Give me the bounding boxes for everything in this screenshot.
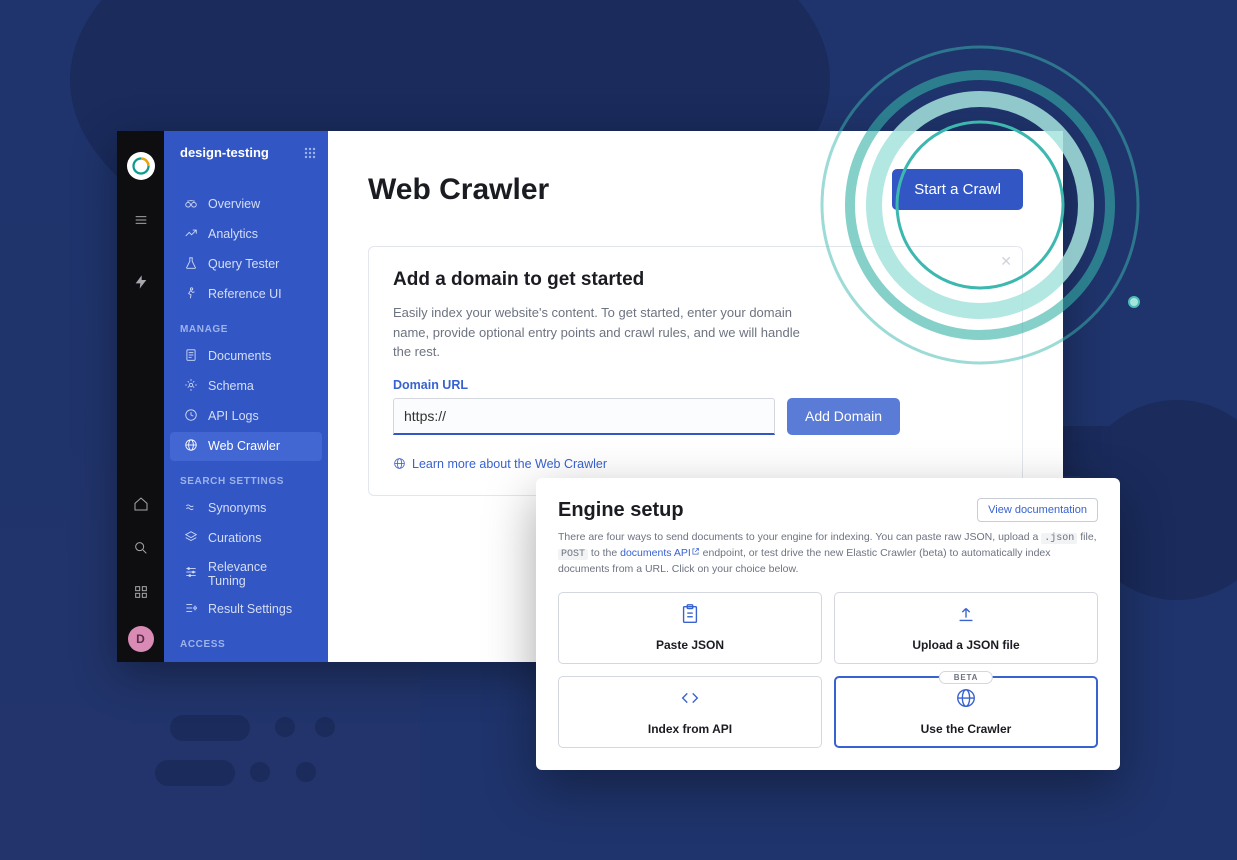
menu-icon[interactable]: [117, 200, 164, 240]
sidebar-item-label: Result Settings: [208, 602, 292, 616]
close-icon[interactable]: ✕: [1000, 253, 1012, 270]
gear-icon: [184, 378, 198, 395]
view-documentation-button[interactable]: View documentation: [977, 498, 1098, 522]
nav-rail: D: [117, 131, 164, 662]
home-icon[interactable]: [117, 484, 164, 524]
api-icon: [679, 687, 701, 714]
beta-badge: BETA: [939, 671, 993, 684]
bg-shape: [170, 715, 250, 741]
bg-shape: [250, 762, 270, 782]
upload-icon: [955, 603, 977, 630]
connector-dot: [1128, 296, 1140, 308]
sidebar-item-result-settings[interactable]: Result Settings: [170, 595, 322, 624]
sidebar-section-title: ACCESS: [164, 625, 328, 656]
sidebar-item-overview[interactable]: Overview: [170, 190, 322, 219]
apps-icon[interactable]: [117, 572, 164, 612]
option-paste-json[interactable]: Paste JSON: [558, 592, 822, 664]
option-index-from-api[interactable]: Index from API: [558, 676, 822, 748]
add-domain-button[interactable]: Add Domain: [787, 398, 900, 435]
paste-icon: [679, 603, 701, 630]
globe-icon: [184, 438, 198, 455]
sidebar-item-query-tester[interactable]: Query Tester: [170, 250, 322, 279]
sidebar-item-synonyms[interactable]: Synonyms: [170, 494, 322, 523]
sidebar: design-testing Overview Analytics Query Te…: [164, 131, 328, 662]
sidebar-item-label: Relevance Tuning: [208, 560, 308, 588]
sidebar-item-label: Overview: [208, 197, 260, 211]
engine-setup-title: Engine setup: [558, 499, 684, 522]
run-icon: [184, 286, 198, 303]
user-avatar[interactable]: D: [128, 626, 154, 652]
lightning-icon[interactable]: [117, 262, 164, 302]
domain-url-input[interactable]: [393, 398, 775, 435]
domain-url-label: Domain URL: [393, 378, 998, 392]
binoculars-icon: [184, 196, 198, 213]
sidebar-section-title: SEARCH SETTINGS: [164, 462, 328, 493]
page-title: Web Crawler: [368, 173, 549, 207]
bg-shape: [315, 717, 335, 737]
list-settings-icon: [184, 601, 198, 618]
bg-shape: [275, 717, 295, 737]
start-crawl-button[interactable]: Start a Crawl: [892, 169, 1023, 210]
option-label: Paste JSON: [656, 638, 724, 652]
sidebar-section-title: MANAGE: [164, 310, 328, 341]
bg-shape: [1195, 434, 1217, 456]
option-label: Upload a JSON file: [912, 638, 1019, 652]
card-title: Add a domain to get started: [393, 269, 998, 291]
sidebar-item-api-logs[interactable]: API Logs: [170, 402, 322, 431]
app-logo[interactable]: [127, 152, 155, 180]
sidebar-item-label: Synonyms: [208, 501, 266, 515]
flask-icon: [184, 256, 198, 273]
sidebar-item-documents[interactable]: Documents: [170, 342, 322, 371]
engine-setup-card: Engine setup View documentation There ar…: [536, 478, 1120, 770]
documents-api-link[interactable]: documents API: [620, 547, 700, 559]
clock-icon: [184, 408, 198, 425]
learn-more-link[interactable]: Learn more about the Web Crawler: [393, 457, 998, 471]
option-label: Use the Crawler: [921, 722, 1012, 736]
sidebar-item-reference-ui[interactable]: Reference UI: [170, 280, 322, 309]
globe-icon: [955, 687, 977, 714]
option-use-the-crawler[interactable]: BETAUse the Crawler: [834, 676, 1098, 748]
sidebar-item-credentials[interactable]: Credentials: [170, 657, 322, 662]
chart-line-icon: [184, 226, 198, 243]
card-description: Easily index your website's content. To …: [393, 303, 813, 362]
approx-icon: [184, 500, 198, 517]
sidebar-item-label: Query Tester: [208, 257, 279, 271]
sidebar-item-label: Schema: [208, 379, 254, 393]
sidebar-item-relevance-tuning[interactable]: Relevance Tuning: [170, 554, 322, 594]
sidebar-item-web-crawler[interactable]: Web Crawler: [170, 432, 322, 461]
sidebar-header: design-testing: [164, 131, 328, 175]
sidebar-item-label: Curations: [208, 531, 262, 545]
sidebar-item-label: Documents: [208, 349, 271, 363]
globe-icon: [393, 457, 406, 470]
external-link-icon: [691, 547, 700, 556]
sidebar-item-curations[interactable]: Curations: [170, 524, 322, 553]
engine-switcher-icon[interactable]: [304, 147, 316, 159]
document-icon: [184, 348, 198, 365]
sliders-icon: [184, 565, 198, 582]
learn-more-text: Learn more about the Web Crawler: [412, 457, 607, 471]
sidebar-item-analytics[interactable]: Analytics: [170, 220, 322, 249]
add-domain-card: ✕ Add a domain to get started Easily ind…: [368, 246, 1023, 496]
option-label: Index from API: [648, 722, 732, 736]
engine-name: design-testing: [180, 145, 269, 160]
bg-shape: [296, 762, 316, 782]
sidebar-item-label: Web Crawler: [208, 439, 280, 453]
layers-icon: [184, 530, 198, 547]
option-upload-a-json-file[interactable]: Upload a JSON file: [834, 592, 1098, 664]
engine-setup-description: There are four ways to send documents to…: [558, 530, 1098, 578]
sidebar-item-label: Reference UI: [208, 287, 282, 301]
search-icon[interactable]: [117, 528, 164, 568]
sidebar-item-label: API Logs: [208, 409, 259, 423]
sidebar-item-label: Analytics: [208, 227, 258, 241]
sidebar-item-schema[interactable]: Schema: [170, 372, 322, 401]
bg-shape: [155, 760, 235, 786]
